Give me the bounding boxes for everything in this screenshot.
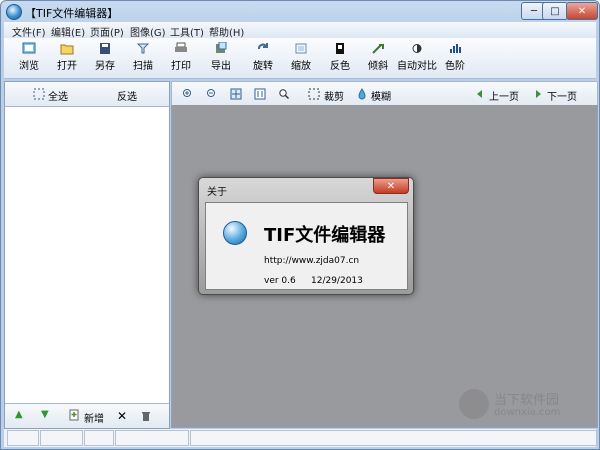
prev-page-button[interactable]: 上一页 xyxy=(489,88,519,103)
menu-help[interactable]: 帮助(H) xyxy=(209,24,244,39)
thumbnail-panel-header: 全选 反选 xyxy=(5,82,169,107)
about-dialog-body: TIF文件编辑器 http://www.zjda07.cn ver 0.6 12… xyxy=(205,202,408,290)
prev-page-icon xyxy=(477,90,482,98)
zoom-out-icon[interactable] xyxy=(206,88,218,100)
menu-file[interactable]: 文件(F) xyxy=(12,24,46,39)
crop-icon xyxy=(308,88,320,100)
magnifier-icon[interactable] xyxy=(278,88,290,100)
status-cell xyxy=(115,430,189,446)
levels-icon xyxy=(450,44,461,53)
rotate-button[interactable]: 旋转 xyxy=(244,41,282,75)
move-up-icon[interactable]: ▲ xyxy=(15,409,23,420)
status-cell xyxy=(84,430,114,446)
menu-page[interactable]: 页面(P) xyxy=(90,24,124,39)
print-button[interactable]: 打印 xyxy=(162,41,200,75)
skew-icon xyxy=(372,44,384,54)
open-button[interactable]: 打开 xyxy=(48,41,86,75)
trash-icon[interactable] xyxy=(140,410,152,422)
move-down-icon[interactable]: ▼ xyxy=(41,409,49,420)
zoom-icon xyxy=(295,43,307,54)
main-toolbar: 浏览 打开 另存 扫描 打印 导出 旋转 缩放 反色 倾斜 自动对比 色阶 xyxy=(4,38,596,79)
thumbnail-panel-footer: ▲ ▼ 新增 ✕ xyxy=(5,403,169,428)
select-all-icon xyxy=(33,88,45,100)
about-app-name: TIF文件编辑器 xyxy=(264,225,386,246)
browse-icon xyxy=(22,42,36,54)
app-logo-icon xyxy=(223,221,247,245)
zoom-in-icon[interactable] xyxy=(182,88,194,100)
open-folder-icon xyxy=(60,44,74,55)
next-page-button[interactable]: 下一页 xyxy=(547,88,577,103)
watermark-subtext: downxia.com xyxy=(494,407,561,418)
remove-icon[interactable]: ✕ xyxy=(117,409,127,423)
window-title: 【TIF文件编辑器】 xyxy=(25,7,119,20)
scan-icon xyxy=(136,43,150,54)
export-button[interactable]: 导出 xyxy=(202,41,240,75)
close-button[interactable]: ✕ xyxy=(566,2,598,20)
status-cell xyxy=(7,430,39,446)
select-all-button[interactable]: 全选 xyxy=(48,88,68,103)
app-icon xyxy=(6,4,22,20)
menu-tools[interactable]: 工具(T) xyxy=(170,24,204,39)
title-bar[interactable]: 【TIF文件编辑器】 ─ □ ✕ xyxy=(1,1,599,21)
about-dialog-title: 关于 xyxy=(207,187,227,198)
actual-size-icon[interactable] xyxy=(254,88,266,100)
skew-button[interactable]: 倾斜 xyxy=(359,41,397,75)
about-date: 12/29/2013 xyxy=(311,276,363,286)
levels-button[interactable]: 色阶 xyxy=(436,41,474,75)
auto-contrast-button[interactable]: 自动对比 xyxy=(396,41,438,75)
invert-button[interactable]: 反色 xyxy=(321,41,359,75)
viewer-toolbar: 裁剪 模糊 上一页 下一页 xyxy=(171,81,598,107)
menu-edit[interactable]: 编辑(E) xyxy=(51,24,85,39)
contrast-icon xyxy=(412,44,422,53)
rotate-icon xyxy=(258,43,268,50)
about-dialog: 关于 ✕ TIF文件编辑器 http://www.zjda07.cn ver 0… xyxy=(198,177,414,295)
status-cell xyxy=(190,430,597,446)
about-version: ver 0.6 xyxy=(264,276,296,286)
blur-button[interactable]: 模糊 xyxy=(371,88,391,103)
about-dialog-close-button[interactable]: ✕ xyxy=(373,178,409,194)
zoom-button[interactable]: 缩放 xyxy=(282,41,320,75)
menu-bar: 文件(F) 编辑(E) 页面(P) 图像(G) 工具(T) 帮助(H) xyxy=(4,22,596,39)
status-cell xyxy=(40,430,83,446)
watermark: 当下软件园 downxia.com xyxy=(459,389,591,421)
invert-selection-button[interactable]: 反选 xyxy=(117,88,137,103)
save-as-button[interactable]: 另存 xyxy=(86,41,124,75)
scan-button[interactable]: 扫描 xyxy=(124,41,162,75)
maximize-button[interactable]: □ xyxy=(542,2,568,20)
blur-icon xyxy=(358,88,366,100)
watermark-logo-icon xyxy=(459,389,489,419)
export-icon xyxy=(216,42,227,53)
add-page-icon xyxy=(69,409,79,421)
invert-icon xyxy=(336,43,344,54)
menu-image[interactable]: 图像(G) xyxy=(130,24,166,39)
fit-window-icon[interactable] xyxy=(230,88,242,100)
crop-button[interactable]: 裁剪 xyxy=(324,88,344,103)
thumbnail-panel: 全选 反选 ▲ ▼ 新增 ✕ xyxy=(4,81,170,429)
status-bar xyxy=(4,429,597,447)
watermark-text: 当下软件园 xyxy=(494,393,560,408)
browse-button[interactable]: 浏览 xyxy=(10,41,48,75)
next-page-icon xyxy=(536,90,541,98)
print-icon xyxy=(175,42,187,52)
about-url: http://www.zjda07.cn xyxy=(264,256,360,266)
save-icon xyxy=(100,43,110,54)
app-window: 【TIF文件编辑器】 ─ □ ✕ 文件(F) 编辑(E) 页面(P) 图像(G)… xyxy=(0,0,600,450)
add-page-button[interactable]: 新增 xyxy=(84,410,104,425)
